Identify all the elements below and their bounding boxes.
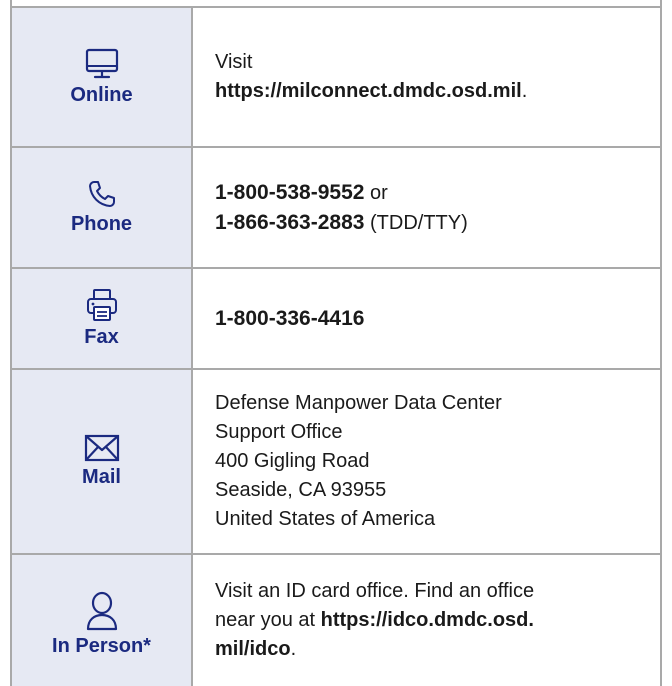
online-value-cell: Visit https://milconnect.dmdc.osd.mil. [193,8,660,146]
address-line: 400 Gigling Road [215,450,370,472]
online-intro: Visit [215,51,253,73]
phone-label-cell: Phone [12,148,193,267]
phone-number-1[interactable]: 1-800-538-9552 [215,181,364,204]
row-mail: Mail Defense Manpower Data Center Suppor… [12,370,660,553]
online-label-cell: Online [12,8,193,146]
phone-number-tdd[interactable]: 1-866-363-2883 [215,211,364,234]
in-person-label: In Person* [52,635,151,657]
monitor-icon [85,48,118,78]
in-person-period: . [290,638,297,660]
online-label: Online [70,83,133,106]
person-icon [86,591,117,631]
phone-label: Phone [70,213,133,235]
in-person-label-cell: In Person* [12,555,193,686]
printer-icon [86,289,117,321]
envelope-icon [84,434,119,462]
row-online: Online Visit https://milconnect.dmdc.osd… [12,8,660,146]
milconnect-link[interactable]: https://milconnect.dmdc.osd.mil [215,80,522,102]
phone-line-2: 1-866-363-2883 (TDD/TTY) [215,208,650,238]
row-phone: Phone 1-800-538-9552 or 1-866-363-2883 (… [12,148,660,267]
address-line: Defense Manpower Data Center [215,392,502,414]
contact-table: Online Visit https://milconnect.dmdc.osd… [10,0,662,686]
in-person-line-3: mil/idco. [215,635,650,664]
online-period: . [521,80,528,102]
idco-link-part1[interactable]: https://idco.dmdc.osd. [321,609,534,631]
fax-label: Fax [84,326,119,348]
fax-value-cell: 1-800-336-4416 [193,269,660,368]
phone-line-1: 1-800-538-9552 or [215,178,650,208]
address-line: Seaside, CA 93955 [215,479,387,501]
phone-icon [88,181,115,207]
tdd-note: (TDD/TTY) [364,211,468,234]
fax-number[interactable]: 1-800-336-4416 [215,304,650,333]
phone-connector: or [364,181,388,204]
mail-address: Defense Manpower Data Center Support Off… [193,370,660,553]
in-person-line-2: near you at https://idco.dmdc.osd. [215,606,650,635]
in-person-text: near you at [215,609,321,631]
mail-label-cell: Mail [12,370,193,553]
address-line: United States of America [215,508,436,530]
row-fax: Fax 1-800-336-4416 [12,269,660,368]
phone-value-cell: 1-800-538-9552 or 1-866-363-2883 (TDD/TT… [193,148,660,267]
address-line: Support Office [215,421,343,443]
in-person-line-1: Visit an ID card office. Find an office [215,580,535,602]
online-link-line: https://milconnect.dmdc.osd.mil. [215,77,650,106]
in-person-value-cell: Visit an ID card office. Find an office … [193,555,660,686]
fax-label-cell: Fax [12,269,193,368]
idco-link-part2[interactable]: mil/idco [215,638,291,660]
row-in-person: In Person* Visit an ID card office. Find… [12,555,660,686]
mail-label: Mail [82,466,121,488]
